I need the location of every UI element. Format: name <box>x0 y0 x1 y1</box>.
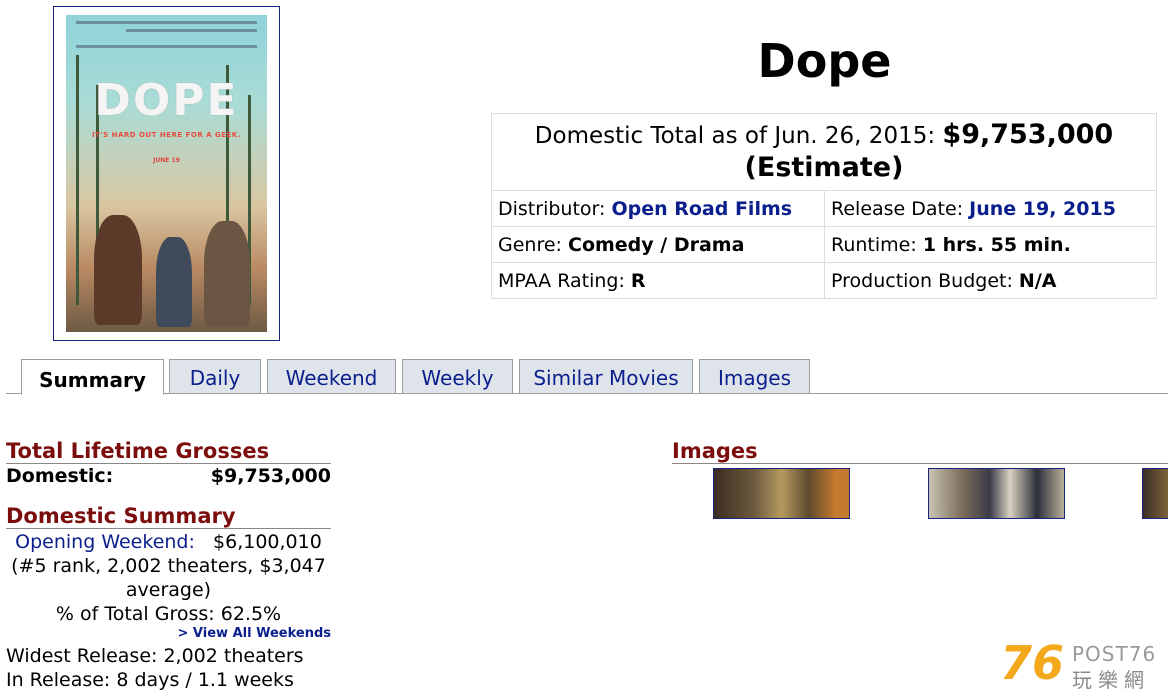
budget-cell: Production Budget: N/A <box>824 262 1157 299</box>
poster-date: JUNE 19 <box>153 157 180 164</box>
movie-still-thumbnail[interactable] <box>928 468 1065 519</box>
runtime-value: 1 hrs. 55 min. <box>922 233 1071 256</box>
opening-weekend-detail: (#5 rank, 2,002 theaters, $3,047 <box>11 555 326 577</box>
poster-cast-names <box>76 45 257 48</box>
movie-title: Dope <box>757 34 892 88</box>
in-release: In Release: 8 days / 1.1 weeks <box>6 669 294 691</box>
poster-credits <box>76 21 257 24</box>
widest-release: Widest Release: 2,002 theaters <box>6 645 304 667</box>
estimate-label: (Estimate) <box>744 152 904 183</box>
movie-info-table: Domestic Total as of Jun. 26, 2015: $9,7… <box>491 113 1157 299</box>
poster-credits-2 <box>126 29 257 32</box>
distributor-label: Distributor: <box>498 197 606 220</box>
distributor-cell: Distributor: Open Road Films <box>491 190 825 227</box>
domestic-total-label: Domestic Total as of Jun. 26, 2015: <box>534 123 936 149</box>
watermark-brand: POST76 <box>1072 642 1157 666</box>
movie-still-thumbnail[interactable] <box>713 468 850 519</box>
tab-weekly[interactable]: Weekly <box>402 359 513 393</box>
poster-tagline: IT'S HARD OUT HERE FOR A GEEK. <box>92 131 241 139</box>
release-date-cell: Release Date: June 19, 2015 <box>824 190 1157 227</box>
budget-label: Production Budget: <box>831 269 1013 292</box>
opening-weekend-line: Opening Weekend: $6,100,010 <box>6 531 331 553</box>
opening-weekend-label[interactable]: Opening Weekend: <box>15 531 195 553</box>
domestic-gross-value: $9,753,000 <box>210 465 331 487</box>
runtime-label: Runtime: <box>831 233 917 256</box>
watermark-logo-number: 76 <box>1000 636 1065 690</box>
domestic-total-cell: Domestic Total as of Jun. 26, 2015: $9,7… <box>491 113 1157 191</box>
domestic-summary-heading: Domestic Summary <box>6 504 331 529</box>
view-all-weekends-link[interactable]: > View All Weekends <box>6 626 331 641</box>
movie-poster[interactable]: DOPE IT'S HARD OUT HERE FOR A GEEK. JUNE… <box>53 6 280 341</box>
tab-summary[interactable]: Summary <box>21 359 164 395</box>
domestic-gross-label: Domestic: <box>6 465 114 487</box>
lifetime-grosses-heading: Total Lifetime Grosses <box>6 439 331 464</box>
tab-weekend[interactable]: Weekend <box>267 359 396 393</box>
mpaa-label: MPAA Rating: <box>498 269 625 292</box>
domestic-total-value: $9,753,000 <box>942 119 1114 150</box>
release-date-label: Release Date: <box>831 197 964 220</box>
budget-value: N/A <box>1018 269 1057 292</box>
tab-images[interactable]: Images <box>699 359 810 393</box>
genre-cell: Genre: Comedy / Drama <box>491 226 825 263</box>
opening-weekend-value: $6,100,010 <box>213 531 322 553</box>
images-heading: Images <box>672 439 1168 464</box>
tab-similar-movies[interactable]: Similar Movies <box>519 359 693 393</box>
opening-weekend-detail-2: average) <box>125 579 212 601</box>
distributor-link[interactable]: Open Road Films <box>611 198 792 220</box>
genre-value: Comedy / Drama <box>568 233 745 256</box>
runtime-cell: Runtime: 1 hrs. 55 min. <box>824 226 1157 263</box>
percent-total-gross: % of Total Gross: 62.5% <box>55 603 282 625</box>
mpaa-cell: MPAA Rating: R <box>491 262 825 299</box>
mpaa-value: R <box>630 269 646 292</box>
poster-image: DOPE IT'S HARD OUT HERE FOR A GEEK. JUNE… <box>66 15 267 332</box>
poster-figure <box>94 215 142 325</box>
release-date-link[interactable]: June 19, 2015 <box>969 198 1116 220</box>
genre-label: Genre: <box>498 233 562 256</box>
tab-daily[interactable]: Daily <box>169 359 261 393</box>
poster-figure <box>204 221 250 327</box>
movie-still-thumbnail[interactable] <box>1142 468 1168 519</box>
watermark-chinese: 玩樂網 <box>1072 668 1150 692</box>
poster-figure <box>156 237 192 327</box>
poster-title-art: DOPE <box>94 75 239 126</box>
